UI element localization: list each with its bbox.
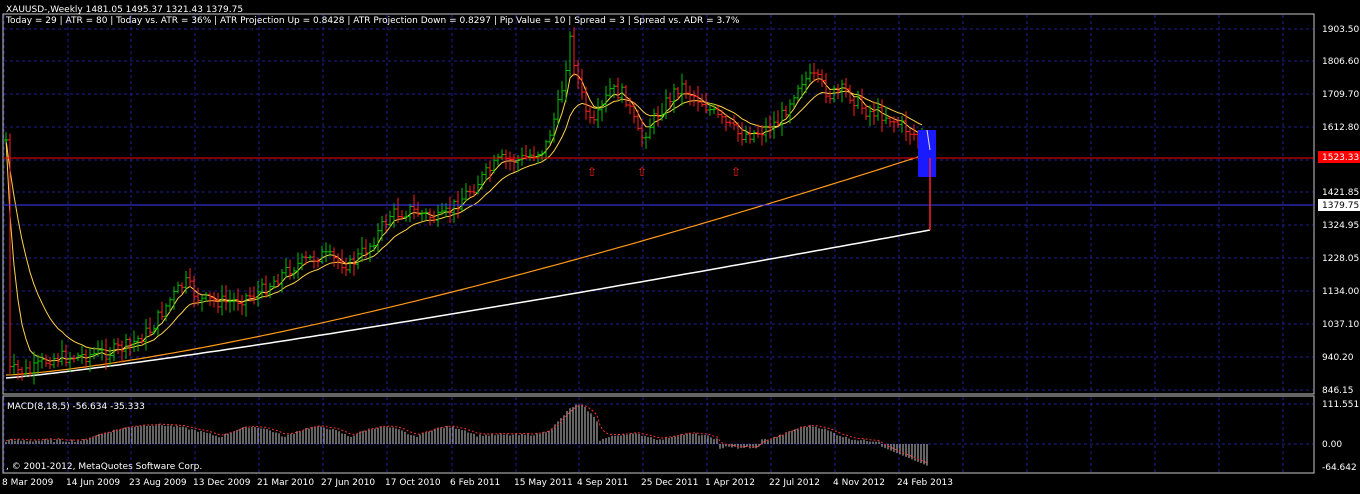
- macd-tick: 111.551: [1322, 400, 1359, 410]
- level-price-label: 1523.33: [1322, 153, 1359, 163]
- time-tick: 6 Feb 2011: [450, 478, 500, 488]
- time-axis: 8 Mar 2009 14 Jun 2009 23 Aug 2009 13 De…: [2, 478, 953, 488]
- price-tick: 1709.70: [1322, 90, 1359, 100]
- macd-tick: -64.642: [1322, 463, 1357, 473]
- price-tick: 846.15: [1322, 386, 1354, 396]
- symbol-header: XAUUSD-,Weekly 1481.05 1495.37 1321.43 1…: [6, 5, 243, 15]
- copyright-text: , © 2001-2012, MetaQuotes Software Corp.: [6, 462, 202, 472]
- up-arrow-marker: ⇧: [637, 165, 647, 179]
- price-tick: 1806.60: [1322, 57, 1359, 67]
- price-tick: 1228.05: [1322, 254, 1359, 264]
- up-arrow-marker: ⇧: [731, 165, 741, 179]
- indicator-summary: Today = 29 | ATR = 80 | Today vs. ATR = …: [5, 16, 740, 26]
- current-bar-marker: [918, 130, 936, 177]
- time-tick: 4 Sep 2011: [577, 478, 628, 488]
- price-tick: 1612.80: [1322, 123, 1359, 133]
- time-tick: 17 Oct 2010: [385, 478, 441, 488]
- price-tick: 1134.00: [1322, 287, 1359, 297]
- time-tick: 1 Apr 2012: [705, 478, 755, 488]
- time-tick: 4 Nov 2012: [833, 478, 885, 488]
- time-tick: 22 Jul 2012: [769, 478, 820, 488]
- time-tick: 25 Dec 2011: [641, 478, 699, 488]
- time-tick: 23 Aug 2009: [129, 478, 187, 488]
- time-tick: 21 Mar 2010: [257, 478, 314, 488]
- macd-tick: 0.00: [1322, 440, 1342, 450]
- time-tick: 14 Jun 2009: [66, 478, 120, 488]
- time-tick: 24 Feb 2013: [897, 478, 953, 488]
- time-tick: 27 Jun 2010: [321, 478, 375, 488]
- time-tick: 8 Mar 2009: [2, 478, 54, 488]
- time-tick: 15 May 2011: [514, 478, 573, 488]
- bid-price-label: 1379.75: [1322, 201, 1359, 211]
- price-tick: 1903.50: [1322, 25, 1359, 35]
- price-tick: 940.20: [1322, 353, 1354, 363]
- macd-label: MACD(8,18,5) -56.634 -35.333: [7, 402, 145, 412]
- price-tick: 1421.85: [1322, 188, 1359, 198]
- chart-window[interactable]: ⇧ ⇧ ⇧ XAUUSD-,Weekly 1481.05 1495.37 132…: [0, 0, 1360, 490]
- chart-background: [0, 0, 1360, 490]
- time-tick: 13 Dec 2009: [193, 478, 251, 488]
- up-arrow-marker: ⇧: [587, 165, 597, 179]
- price-tick: 1037.10: [1322, 320, 1359, 330]
- price-tick: 1324.95: [1322, 221, 1359, 231]
